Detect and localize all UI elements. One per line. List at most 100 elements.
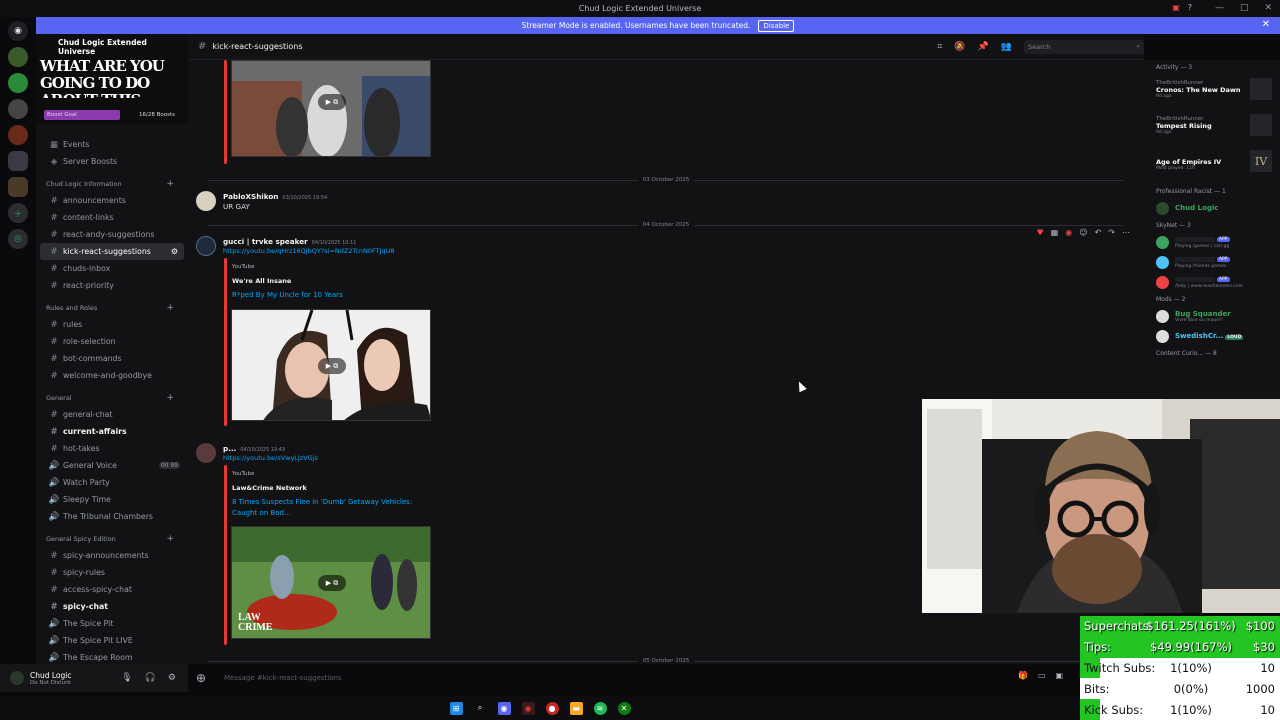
search-input[interactable]: Search ⌕: [1024, 39, 1144, 54]
add-channel-icon[interactable]: +: [166, 393, 174, 403]
video-thumbnail[interactable]: ▶ ⧉: [231, 309, 431, 421]
channel-item[interactable]: 🔊 General Voice 00 99: [40, 457, 184, 474]
activity-card[interactable]: TheBritishRunner Tempest Rising 9d ago: [1144, 110, 1280, 146]
channel-settings-icon[interactable]: ⚙: [171, 247, 178, 256]
gift-icon[interactable]: 🎁: [1018, 671, 1028, 680]
video-thumbnail[interactable]: ▶ ⧉: [231, 60, 431, 157]
notification-bell-icon[interactable]: 🔕: [954, 42, 965, 52]
member-item[interactable]: Bug Squander Vivre libre ou mourir!: [1144, 306, 1280, 326]
maximize-icon[interactable]: □: [1240, 3, 1249, 13]
member-item[interactable]: APP Playing /games | carl.gg: [1144, 232, 1280, 252]
channel-item[interactable]: # current-affairs: [40, 423, 184, 440]
avatar[interactable]: [196, 236, 216, 256]
activity-card[interactable]: TheBritishRunner Cronos: The New Dawn 9d a…: [1144, 74, 1280, 110]
message-composer[interactable]: ⊕ Message #kick-react-suggestions: [196, 668, 1076, 688]
close-icon[interactable]: ✕: [1264, 3, 1272, 13]
discord-home-icon[interactable]: ◉: [8, 21, 28, 41]
add-reaction-icon[interactable]: ☺: [1079, 228, 1087, 237]
member-item[interactable]: APP Playing /friends games: [1144, 252, 1280, 272]
message-link[interactable]: https://youtu.be/sVwyLJzVGjs: [223, 454, 318, 462]
add-channel-icon[interactable]: +: [166, 179, 174, 189]
member-item[interactable]: Chud Logic: [1144, 198, 1280, 218]
avatar[interactable]: [196, 443, 216, 463]
member-item[interactable]: SwedishCr... LOUD: [1144, 326, 1280, 346]
emoji-reaction-icon[interactable]: ▦: [1051, 228, 1059, 237]
embed-provider[interactable]: YouTube: [232, 471, 254, 477]
channel-item[interactable]: # access-spicy-chat: [40, 581, 184, 598]
attach-plus-icon[interactable]: ⊕: [196, 671, 216, 685]
channel-item[interactable]: 🔊 Watch Party: [40, 474, 184, 491]
channel-item[interactable]: # spicy-announcements: [40, 547, 184, 564]
boost-goal-bar[interactable]: Boost Goal 16/28 Boosts: [44, 110, 178, 120]
author-name[interactable]: PabloXShikon: [223, 192, 278, 201]
embed-provider[interactable]: YouTube: [232, 264, 254, 270]
server-folder-icon[interactable]: [8, 177, 28, 197]
threads-icon[interactable]: ⌗: [937, 42, 942, 52]
forward-icon[interactable]: ↷: [1108, 228, 1115, 237]
channel-item[interactable]: 🔊 The Escape Room: [40, 649, 184, 664]
channel-item[interactable]: # welcome-and-goodbye: [40, 367, 184, 384]
avatar[interactable]: [196, 191, 216, 211]
settings-gear-icon[interactable]: ⚙: [168, 673, 176, 683]
heart-reaction-icon[interactable]: ♥: [1037, 228, 1044, 237]
server-icon[interactable]: [8, 47, 28, 67]
channel-item[interactable]: # react-andy-suggestions: [40, 226, 184, 243]
add-channel-icon[interactable]: +: [166, 303, 174, 313]
channel-item[interactable]: 🔊 Sleepy Time: [40, 491, 184, 508]
channel-item[interactable]: # kick-react-suggestions ⚙: [40, 243, 184, 260]
embed-author[interactable]: Law&Crime Network: [232, 484, 307, 492]
message-author[interactable]: PabloXShikon 03/10/2025 19:54: [223, 192, 327, 201]
channel-category[interactable]: General +: [40, 389, 184, 406]
channel-category[interactable]: Rules and Roles +: [40, 299, 184, 316]
channel-item[interactable]: # spicy-rules: [40, 564, 184, 581]
channel-category[interactable]: General Spicy Edition +: [40, 530, 184, 547]
channel-item[interactable]: 🔊 The Spice Pit: [40, 615, 184, 632]
chrome-icon[interactable]: ●: [545, 701, 559, 715]
pinned-icon[interactable]: 📌: [978, 42, 989, 52]
server-name[interactable]: Chud Logic Extended Universe: [38, 38, 186, 56]
disable-streamer-mode-button[interactable]: Disable: [758, 19, 795, 32]
author-name[interactable]: p...: [223, 444, 236, 453]
channel-item[interactable]: # react-priority: [40, 277, 184, 294]
inbox-icon[interactable]: ▣: [1172, 3, 1180, 12]
sticker-icon[interactable]: ▣: [1056, 671, 1064, 680]
channel-item[interactable]: ▦ Events: [40, 136, 184, 153]
play-button[interactable]: ▶ ⧉: [318, 575, 346, 591]
embed-title[interactable]: R*ped By My Uncle for 10 Years: [232, 290, 432, 301]
headphones-icon[interactable]: 🎧: [145, 673, 156, 683]
channel-item[interactable]: 🔊 The Spice Pit LIVE: [40, 632, 184, 649]
play-button[interactable]: ▶ ⧉: [318, 94, 346, 110]
add-channel-icon[interactable]: +: [166, 534, 174, 544]
channel-item[interactable]: ◈ Server Boosts: [40, 153, 184, 170]
discover-icon[interactable]: ◎: [8, 229, 28, 249]
channel-item[interactable]: # hot-takes: [40, 440, 184, 457]
server-icon[interactable]: [8, 73, 28, 93]
play-button[interactable]: ▶ ⧉: [318, 358, 346, 374]
message-link[interactable]: https://youtu.be/qHrz16QjbQY?si=NdZ2TcnN…: [223, 247, 395, 255]
member-list-icon[interactable]: 👥: [1001, 42, 1012, 52]
channel-item[interactable]: # announcements: [40, 192, 184, 209]
microphone-icon[interactable]: 🎙: [121, 673, 132, 683]
channel-item[interactable]: # chuds-inbox: [40, 260, 184, 277]
avatar[interactable]: [10, 671, 24, 685]
help-icon[interactable]: ?: [1188, 3, 1192, 12]
xbox-icon[interactable]: ✕: [617, 701, 631, 715]
member-item[interactable]: APP/help | www.reactionroles.com: [1144, 272, 1280, 292]
reply-icon[interactable]: ↶: [1095, 228, 1102, 237]
search-icon[interactable]: ⌕: [474, 702, 487, 715]
channel-item[interactable]: # bot-commands: [40, 350, 184, 367]
embed-title[interactable]: 8 Times Suspects Flee in 'Dumb' Getaway …: [232, 497, 432, 519]
server-icon[interactable]: [8, 125, 28, 145]
reaction-icon[interactable]: ◉: [1065, 228, 1072, 237]
author-name[interactable]: gucci | trvke speaker: [223, 237, 308, 246]
server-folder-icon[interactable]: [8, 151, 28, 171]
minimize-icon[interactable]: —: [1215, 3, 1224, 13]
channel-item[interactable]: # general-chat: [40, 406, 184, 423]
message-author[interactable]: gucci | trvke speaker 04/10/2025 10:11: [223, 237, 357, 246]
video-thumbnail[interactable]: LAW CRIME ▶ ⧉: [231, 526, 431, 639]
channel-item[interactable]: # content-links: [40, 209, 184, 226]
spotify-icon[interactable]: ≋: [593, 701, 607, 715]
more-options-icon[interactable]: ⋯: [1122, 228, 1130, 237]
channel-item[interactable]: # role-selection: [40, 333, 184, 350]
explorer-icon[interactable]: ▬: [569, 701, 583, 715]
